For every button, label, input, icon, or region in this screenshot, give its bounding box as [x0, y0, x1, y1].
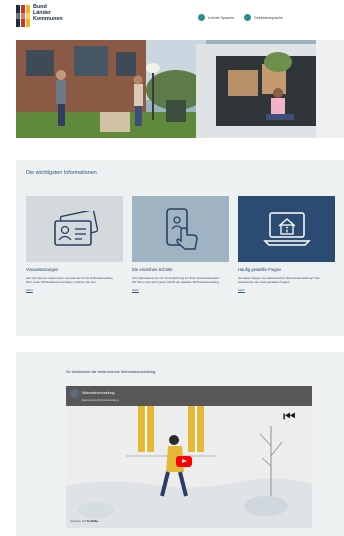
gebaerdensprache-link[interactable]: Gebärdensprache — [243, 14, 283, 21]
watch-on-label: Ansehen auf — [70, 519, 86, 523]
site-header: Bund Länder Kommunen Leichte Sprache Geb… — [0, 0, 344, 36]
video-section-title: So funktioniert die elektronische Wohnsi… — [66, 370, 156, 374]
card-text-einzelne-schritte: Vom Nutzerkonto bis zur Terminbuchung zu… — [132, 276, 220, 285]
skip-back-icon[interactable]: ⏮ — [283, 409, 296, 423]
card-title-einzelne-schritte: Die einzelnen Schritte — [132, 267, 173, 272]
gebaerdensprache-label: Gebärdensprache — [253, 15, 283, 20]
card-image-einzelne-schritte — [132, 196, 229, 262]
card-title-voraussetzungen: Voraussetzungen — [26, 267, 59, 272]
channel-avatar-icon — [70, 389, 79, 398]
card-faq[interactable]: Häufig gestellte Fragen Sie haben Fragen… — [238, 196, 335, 292]
info-section: Die wichtigsten Informationen Voraussetz… — [16, 160, 344, 336]
card-more-link-einzelne-schritte[interactable]: Mehr — [132, 288, 229, 292]
video-title-bar: Wohnsitzanmeldung Elektronische Wohnsitz… — [66, 386, 312, 406]
leichte-sprache-icon — [198, 14, 205, 21]
logo-text: Bund Länder Kommunen — [33, 4, 85, 22]
leichte-sprache-label: Leichte Sprache — [208, 15, 234, 20]
gebaerdensprache-icon — [243, 14, 251, 21]
card-text-voraussetzungen: Hier den Service nutzen kann und was Sie… — [26, 276, 113, 285]
id-card-icon — [53, 211, 98, 246]
video-player[interactable]: Wohnsitzanmeldung Elektronische Wohnsitz… — [66, 386, 312, 528]
video-subtitle: Elektronische Wohnsitzanmeldung — [82, 399, 119, 402]
card-voraussetzungen[interactable]: Voraussetzungen Hier den Service nutzen … — [26, 196, 123, 292]
phone-tap-icon — [165, 208, 198, 250]
card-more-link-voraussetzungen[interactable]: Mehr — [26, 288, 123, 292]
card-text-faq: Sie haben Fragen zur elektronischen Wohn… — [238, 276, 320, 285]
card-more-link-faq[interactable]: Mehr — [238, 288, 335, 292]
video-section: So funktioniert die elektronische Wohnsi… — [16, 352, 344, 536]
youtube-logo: YouTube — [86, 519, 99, 523]
card-title-faq: Häufig gestellte Fragen — [238, 267, 282, 272]
header-links: Leichte Sprache Gebärdensprache — [198, 14, 283, 21]
bund-laender-kommunen-logo[interactable]: Bund Länder Kommunen — [16, 4, 86, 32]
card-einzelne-schritte[interactable]: Die einzelnen Schritte Vom Nutzerkonto b… — [132, 196, 229, 292]
leichte-sprache-link[interactable]: Leichte Sprache — [198, 14, 234, 21]
play-button[interactable] — [176, 456, 192, 467]
logo-line-3: Kommunen — [33, 16, 63, 22]
info-section-title: Die wichtigsten Informationen — [26, 170, 97, 176]
watch-on-youtube-link[interactable]: Ansehen auf YouTube — [70, 519, 98, 523]
hero-image — [16, 40, 344, 138]
video-channel-name[interactable]: Wohnsitzanmeldung — [82, 391, 115, 395]
logo-mark-icon — [16, 5, 30, 27]
hero-moving-scene — [16, 40, 344, 138]
card-image-voraussetzungen — [26, 196, 123, 262]
laptop-house-icon — [262, 212, 311, 246]
card-image-faq — [238, 196, 335, 262]
